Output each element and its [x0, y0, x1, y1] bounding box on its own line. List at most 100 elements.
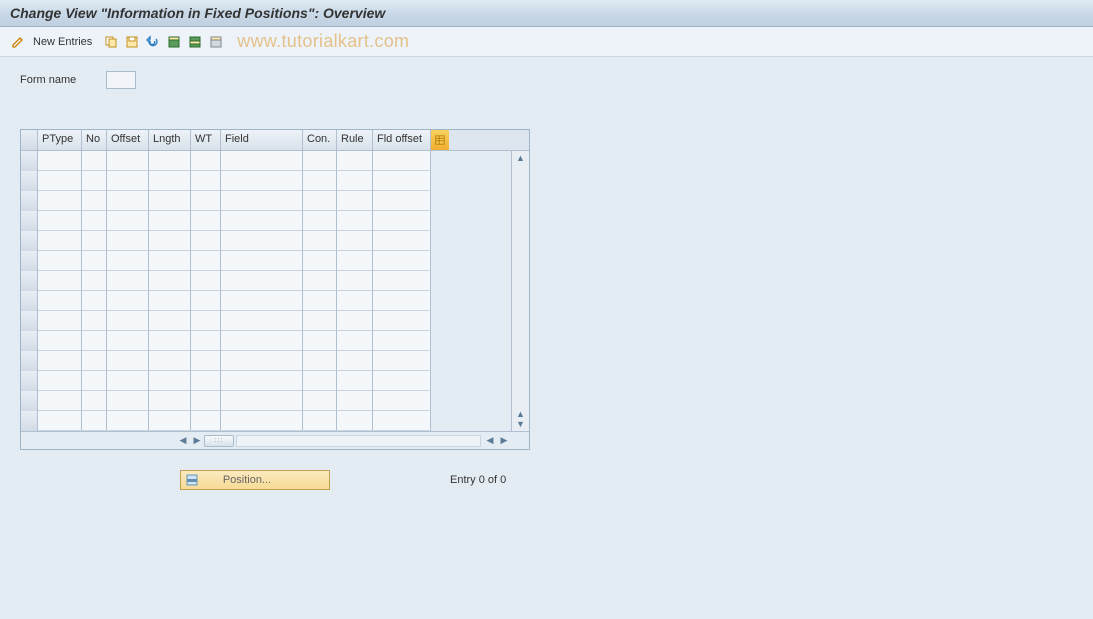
cell-con[interactable]	[303, 271, 337, 291]
cell-fldoffset[interactable]	[373, 191, 431, 211]
table-row[interactable]	[21, 191, 511, 211]
cell-wt[interactable]	[191, 391, 221, 411]
cell-lngth[interactable]	[149, 231, 191, 251]
cell-no[interactable]	[82, 391, 107, 411]
cell-rule[interactable]	[337, 291, 373, 311]
cell-rule[interactable]	[337, 211, 373, 231]
cell-offset[interactable]	[107, 151, 149, 171]
table-row[interactable]	[21, 271, 511, 291]
col-offset[interactable]: Offset	[107, 130, 149, 150]
cell-offset[interactable]	[107, 171, 149, 191]
cell-offset[interactable]	[107, 331, 149, 351]
cell-con[interactable]	[303, 191, 337, 211]
cell-rule[interactable]	[337, 251, 373, 271]
cell-con[interactable]	[303, 211, 337, 231]
col-field[interactable]: Field	[221, 130, 303, 150]
cell-ptype[interactable]	[38, 171, 82, 191]
cell-wt[interactable]	[191, 171, 221, 191]
cell-no[interactable]	[82, 251, 107, 271]
cell-no[interactable]	[82, 231, 107, 251]
cell-offset[interactable]	[107, 371, 149, 391]
cell-offset[interactable]	[107, 291, 149, 311]
select-all-rows[interactable]	[21, 130, 38, 150]
cell-con[interactable]	[303, 251, 337, 271]
cell-fldoffset[interactable]	[373, 251, 431, 271]
cell-wt[interactable]	[191, 371, 221, 391]
col-no[interactable]: No	[82, 130, 107, 150]
cell-fldoffset[interactable]	[373, 411, 431, 431]
table-settings-icon[interactable]	[431, 130, 449, 150]
cell-offset[interactable]	[107, 411, 149, 431]
cell-no[interactable]	[82, 191, 107, 211]
col-ptype[interactable]: PType	[38, 130, 82, 150]
cell-wt[interactable]	[191, 331, 221, 351]
cell-fldoffset[interactable]	[373, 171, 431, 191]
cell-ptype[interactable]	[38, 351, 82, 371]
cell-ptype[interactable]	[38, 231, 82, 251]
cell-con[interactable]	[303, 371, 337, 391]
row-selector[interactable]	[21, 351, 38, 371]
cell-field[interactable]	[221, 291, 303, 311]
table-row[interactable]	[21, 231, 511, 251]
cell-field[interactable]	[221, 211, 303, 231]
cell-field[interactable]	[221, 271, 303, 291]
table-row[interactable]	[21, 211, 511, 231]
row-selector[interactable]	[21, 411, 38, 431]
cell-lngth[interactable]	[149, 271, 191, 291]
cell-lngth[interactable]	[149, 331, 191, 351]
scroll-track[interactable]	[236, 435, 481, 447]
cell-ptype[interactable]	[38, 371, 82, 391]
table-row[interactable]	[21, 351, 511, 371]
cell-field[interactable]	[221, 171, 303, 191]
cell-rule[interactable]	[337, 171, 373, 191]
cell-fldoffset[interactable]	[373, 351, 431, 371]
cell-fldoffset[interactable]	[373, 311, 431, 331]
table-row[interactable]	[21, 151, 511, 171]
cell-lngth[interactable]	[149, 371, 191, 391]
row-selector[interactable]	[21, 271, 38, 291]
cell-con[interactable]	[303, 331, 337, 351]
cell-offset[interactable]	[107, 271, 149, 291]
undo-icon[interactable]	[145, 34, 161, 50]
cell-offset[interactable]	[107, 191, 149, 211]
row-selector[interactable]	[21, 151, 38, 171]
cell-fldoffset[interactable]	[373, 331, 431, 351]
cell-con[interactable]	[303, 391, 337, 411]
cell-no[interactable]	[82, 411, 107, 431]
row-selector[interactable]	[21, 391, 38, 411]
cell-field[interactable]	[221, 371, 303, 391]
cell-ptype[interactable]	[38, 151, 82, 171]
cell-rule[interactable]	[337, 371, 373, 391]
cell-lngth[interactable]	[149, 411, 191, 431]
cell-ptype[interactable]	[38, 211, 82, 231]
cell-field[interactable]	[221, 411, 303, 431]
save-variant-icon[interactable]	[124, 34, 140, 50]
row-selector[interactable]	[21, 191, 38, 211]
cell-ptype[interactable]	[38, 391, 82, 411]
cell-rule[interactable]	[337, 231, 373, 251]
cell-ptype[interactable]	[38, 271, 82, 291]
cell-offset[interactable]	[107, 211, 149, 231]
cell-wt[interactable]	[191, 211, 221, 231]
cell-field[interactable]	[221, 151, 303, 171]
cell-con[interactable]	[303, 351, 337, 371]
col-fldoffset[interactable]: Fld offset	[373, 130, 431, 150]
cell-no[interactable]	[82, 291, 107, 311]
cell-con[interactable]	[303, 231, 337, 251]
position-button[interactable]: Position...	[180, 470, 330, 490]
cell-fldoffset[interactable]	[373, 151, 431, 171]
cell-offset[interactable]	[107, 311, 149, 331]
cell-field[interactable]	[221, 311, 303, 331]
select-all-icon[interactable]	[166, 34, 182, 50]
cell-rule[interactable]	[337, 271, 373, 291]
cell-fldoffset[interactable]	[373, 391, 431, 411]
cell-field[interactable]	[221, 351, 303, 371]
col-wt[interactable]: WT	[191, 130, 221, 150]
cell-no[interactable]	[82, 171, 107, 191]
cell-fldoffset[interactable]	[373, 291, 431, 311]
cell-lngth[interactable]	[149, 311, 191, 331]
cell-ptype[interactable]	[38, 411, 82, 431]
deselect-icon[interactable]	[208, 34, 224, 50]
copy-icon[interactable]	[103, 34, 119, 50]
table-row[interactable]	[21, 291, 511, 311]
